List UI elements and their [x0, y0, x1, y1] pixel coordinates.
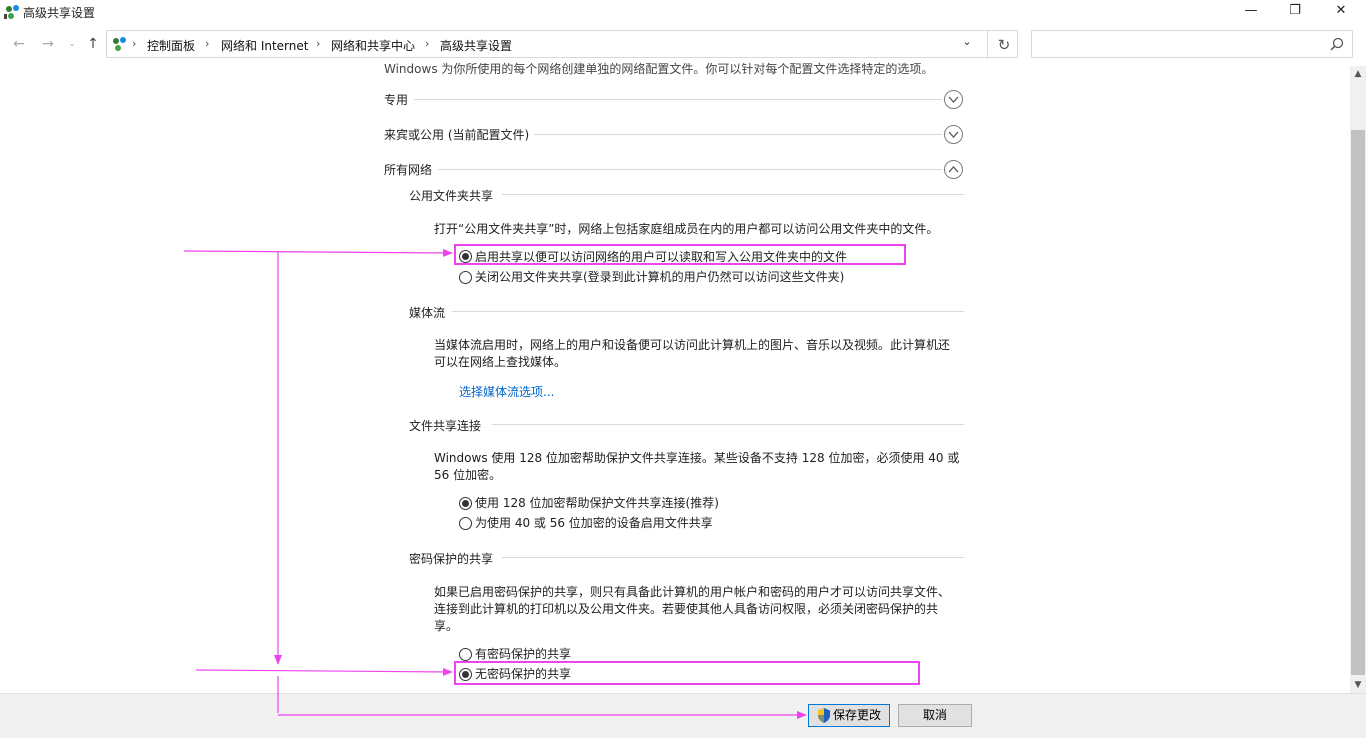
chevron-down-icon [948, 96, 959, 103]
scroll-up-icon[interactable]: ▲ [1350, 66, 1366, 82]
chevron-down-icon [948, 131, 959, 138]
public-folder-heading: 公用文件夹共享 [409, 189, 494, 203]
settings-content: Windows 为你所使用的每个网络创建单独的网络配置文件。你可以针对每个配置文… [0, 60, 1350, 693]
close-button[interactable]: ✕ [1318, 0, 1364, 24]
address-bar[interactable]: › 控制面板 › 网络和 Internet › 网络和共享中心 › 高级共享设置… [106, 30, 1020, 59]
breadcrumb-network-sharing-center[interactable]: 网络和共享中心 [331, 37, 415, 54]
button-bar: 保存更改 取消 [0, 693, 1366, 738]
maximize-button[interactable]: ❐ [1272, 0, 1318, 24]
network-center-icon [113, 37, 126, 51]
vertical-scrollbar[interactable]: ▲ ▼ [1350, 66, 1366, 693]
public-folder-off-radio[interactable] [459, 271, 472, 284]
expand-guest-public-button[interactable] [944, 125, 963, 144]
public-folder-off-label[interactable]: 关闭公用文件夹共享(登录到此计算机的用户仍然可以访问这些文件夹) [475, 268, 844, 285]
breadcrumb-control-panel[interactable]: 控制面板 [147, 37, 195, 54]
password-on-label[interactable]: 有密码保护的共享 [475, 645, 571, 662]
media-description-line1: 当媒体流启用时，网络上的用户和设备便可以访问此计算机上的图片、音乐以及视频。此计… [434, 338, 951, 352]
password-description-line3: 享。 [434, 619, 459, 633]
divider [534, 134, 942, 135]
chevron-down-icon[interactable]: ⌄ [957, 35, 977, 55]
back-icon[interactable]: ← [9, 34, 29, 54]
chevron-right-icon: › [205, 37, 210, 50]
chevron-right-icon: › [132, 37, 137, 50]
recent-dropdown-icon[interactable]: ⌄ [62, 34, 82, 54]
collapse-all-networks-button[interactable] [944, 160, 963, 179]
password-heading: 密码保护的共享 [409, 552, 494, 566]
divider [414, 99, 942, 100]
navigation-bar: ← → ⌄ ↑ › 控制面板 › 网络和 Internet › 网络和共享中心 … [0, 28, 1366, 60]
minimize-button[interactable]: — [1228, 0, 1274, 24]
encryption-40-56-label[interactable]: 为使用 40 或 56 位加密的设备启用文件共享 [475, 514, 713, 531]
file-sharing-heading: 文件共享连接 [409, 419, 482, 433]
up-icon[interactable]: ↑ [83, 34, 103, 54]
save-changes-label: 保存更改 [833, 708, 882, 722]
title-bar: 高级共享设置 — ❐ ✕ [0, 0, 1366, 24]
search-input[interactable] [1031, 30, 1353, 58]
profile-guest-public-label[interactable]: 来宾或公用 (当前配置文件) [384, 126, 529, 143]
file-sharing-description-line2: 56 位加密。 [434, 468, 502, 482]
uac-shield-icon [818, 708, 830, 723]
window-title: 高级共享设置 [23, 6, 96, 20]
password-on-radio[interactable] [459, 648, 472, 661]
chevron-up-icon [948, 166, 959, 173]
scroll-down-icon[interactable]: ▼ [1350, 677, 1366, 693]
search-icon [1330, 37, 1344, 51]
expand-private-button[interactable] [944, 90, 963, 109]
refresh-icon[interactable]: ↻ [987, 31, 1020, 59]
media-heading: 媒体流 [409, 306, 446, 320]
intro-text: Windows 为你所使用的每个网络创建单独的网络配置文件。你可以针对每个配置文… [384, 62, 934, 76]
breadcrumb-advanced-sharing[interactable]: 高级共享设置 [440, 37, 512, 54]
divider [502, 194, 964, 195]
public-folder-description: 打开“公用文件夹共享”时，网络上包括家庭组成员在内的用户都可以访问公用文件夹中的… [434, 222, 939, 236]
encryption-40-56-radio[interactable] [459, 517, 472, 530]
forward-icon[interactable]: → [38, 34, 58, 54]
divider [492, 424, 964, 425]
breadcrumb-network-internet[interactable]: 网络和 Internet [221, 37, 308, 54]
password-description-line2: 连接到此计算机的打印机以及公用文件夹。若要使其他人具备访问权限，必须关闭密码保护… [434, 602, 939, 616]
profile-private-label[interactable]: 专用 [384, 91, 408, 108]
file-sharing-description-line1: Windows 使用 128 位加密帮助保护文件共享连接。某些设备不支持 128… [434, 451, 960, 465]
profile-all-networks-label[interactable]: 所有网络 [384, 161, 432, 178]
divider [452, 311, 964, 312]
divider [438, 169, 942, 170]
network-center-icon [4, 5, 19, 19]
annotation-highlight-public-folder [454, 244, 906, 265]
scroll-thumb[interactable] [1351, 130, 1365, 675]
media-options-link[interactable]: 选择媒体流选项... [459, 383, 554, 400]
encryption-128-label[interactable]: 使用 128 位加密帮助保护文件共享连接(推荐) [475, 494, 719, 511]
annotation-highlight-password-off [454, 661, 920, 685]
save-changes-button[interactable]: 保存更改 [808, 704, 890, 727]
media-description-line2: 可以在网络上查找媒体。 [434, 355, 567, 369]
chevron-right-icon: › [316, 37, 321, 50]
chevron-right-icon: › [425, 37, 430, 50]
encryption-128-radio[interactable] [459, 497, 472, 510]
password-description-line1: 如果已启用密码保护的共享，则只有具备此计算机的用户帐户和密码的用户才可以访问共享… [434, 585, 951, 599]
cancel-button[interactable]: 取消 [898, 704, 972, 727]
divider [502, 557, 964, 558]
